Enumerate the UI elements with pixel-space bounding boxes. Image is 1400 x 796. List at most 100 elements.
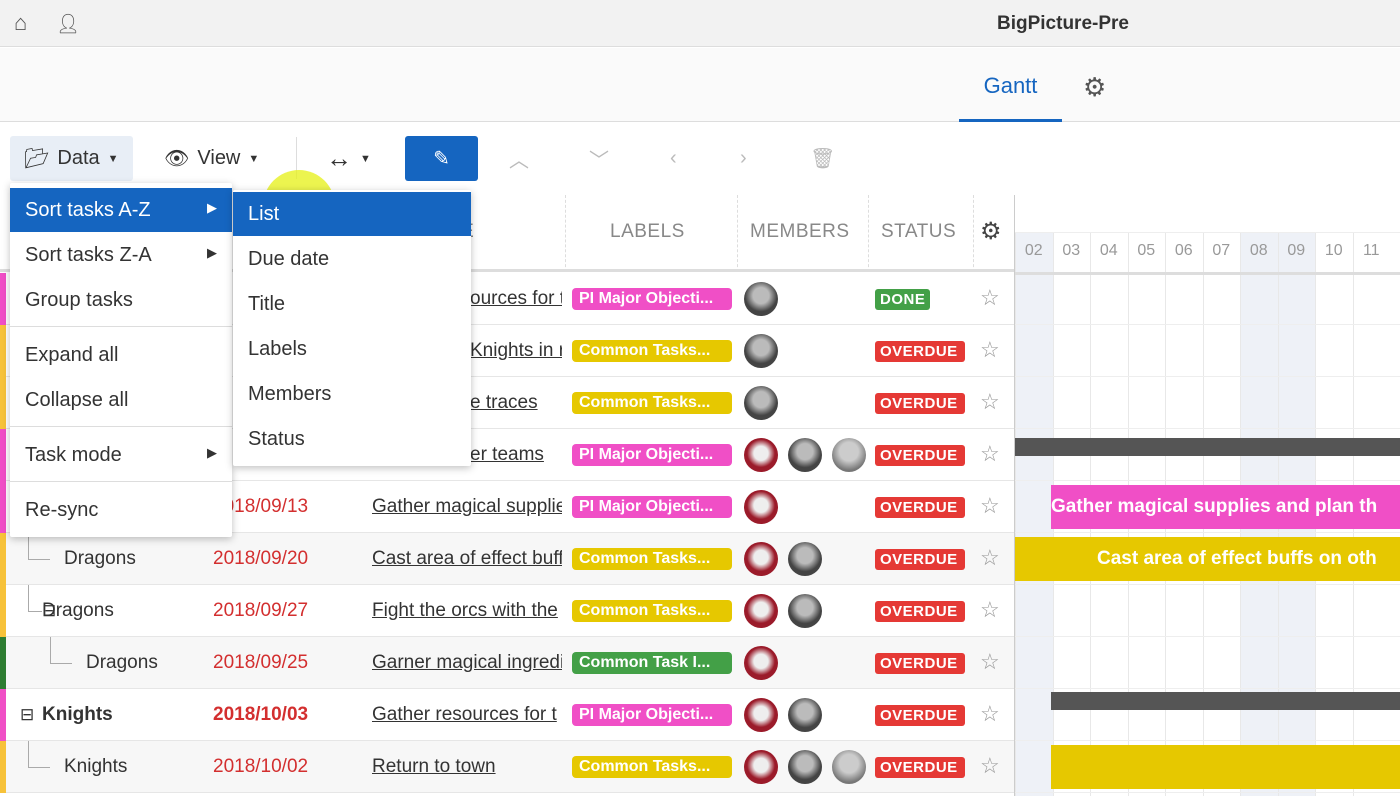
submenu-item-members[interactable]: Members xyxy=(233,372,471,416)
summary-bar[interactable] xyxy=(1015,438,1400,456)
member-avatar[interactable] xyxy=(744,282,778,316)
member-avatar[interactable] xyxy=(788,438,822,472)
member-avatar[interactable] xyxy=(788,594,822,628)
pin-icon[interactable]: ☆ xyxy=(980,545,1000,571)
member-avatar[interactable] xyxy=(744,698,778,732)
menu-item-collapse-all[interactable]: Collapse all xyxy=(10,378,232,422)
pin-icon[interactable]: ☆ xyxy=(980,701,1000,727)
member-avatar[interactable] xyxy=(744,542,778,576)
table-row[interactable]: ⊟ Knights 2018/10/03 Gather resources for t… xyxy=(0,689,1014,741)
color-strip xyxy=(0,585,6,637)
task-title-link[interactable]: Gather resources for t xyxy=(372,704,562,726)
pin-icon[interactable]: ☆ xyxy=(980,389,1000,415)
tab-gantt[interactable]: Gantt xyxy=(959,70,1062,122)
divider xyxy=(1015,532,1400,533)
task-title-link[interactable]: Garner magical ingredients xyxy=(372,652,562,674)
collapse-toggle-icon[interactable]: ⊟ xyxy=(20,705,34,725)
gear-icon[interactable]: ⚙ xyxy=(1083,72,1106,103)
column-settings-gear-icon[interactable]: ⚙ xyxy=(980,217,1002,246)
label-badge: PI Major Objecti... xyxy=(572,288,732,310)
menu-item-label: Sort tasks Z-A xyxy=(25,244,152,266)
submenu-item-title[interactable]: Title xyxy=(233,282,471,326)
delete-button[interactable]: 🗑︎ xyxy=(796,136,849,181)
home-icon[interactable]: ⌂ xyxy=(14,10,27,36)
pin-icon[interactable]: ☆ xyxy=(980,285,1000,311)
member-avatar[interactable] xyxy=(744,594,778,628)
member-avatar[interactable] xyxy=(744,334,778,368)
menu-item-label: Labels xyxy=(248,338,307,360)
fit-button[interactable]: ↔ ▼ xyxy=(312,136,385,181)
member-avatar[interactable] xyxy=(744,438,778,472)
table-row[interactable]: Dragons 2018/09/20 Cast area of effect buf… xyxy=(0,533,1014,585)
day-label: 04 xyxy=(1099,242,1118,259)
member-avatar[interactable] xyxy=(788,750,822,784)
member-avatar[interactable] xyxy=(744,646,778,680)
user-gear-icon[interactable]: 👤︎ xyxy=(56,12,80,36)
task-bar[interactable] xyxy=(1051,745,1400,789)
member-avatar[interactable] xyxy=(832,438,866,472)
summary-bar[interactable] xyxy=(1051,692,1400,710)
color-strip xyxy=(0,689,6,741)
caret-down-icon: ▼ xyxy=(107,152,119,165)
submenu-item-list[interactable]: List xyxy=(233,192,471,236)
chevron-left-icon: ‹ xyxy=(670,147,677,169)
label-badge: Common Tasks... xyxy=(572,600,732,622)
column-members[interactable]: MEMBERS xyxy=(750,221,850,243)
color-strip xyxy=(0,273,6,325)
pin-icon[interactable]: ☆ xyxy=(980,753,1000,779)
submenu-item-labels[interactable]: Labels xyxy=(233,327,471,371)
submenu-item-due-date[interactable]: Due date xyxy=(233,237,471,281)
menu-item-re-sync[interactable]: Re-sync xyxy=(10,488,232,532)
task-title-link[interactable]: Cast area of effect buffs xyxy=(372,548,562,570)
member-avatar[interactable] xyxy=(744,386,778,420)
pin-icon[interactable]: ☆ xyxy=(980,649,1000,675)
menu-item-group-tasks[interactable]: Group tasks xyxy=(10,278,232,322)
move-up-button[interactable]: ︿ xyxy=(495,136,543,181)
member-avatar[interactable] xyxy=(744,490,778,524)
folder-icon: 📂︎ xyxy=(24,148,50,170)
pin-icon[interactable]: ☆ xyxy=(980,337,1000,363)
task-group-name: Dragons xyxy=(64,548,136,569)
move-down-button[interactable]: ﹀ xyxy=(575,136,623,181)
pin-icon[interactable]: ☆ xyxy=(980,493,1000,519)
view-label: View xyxy=(197,147,241,169)
label-badge: PI Major Objecti... xyxy=(572,704,732,726)
task-title-link[interactable]: Return to town xyxy=(372,756,562,778)
task-title-link[interactable]: Fight the orcs with the xyxy=(372,600,562,622)
indent-button[interactable]: › xyxy=(726,136,761,181)
divider xyxy=(565,195,566,272)
member-avatar[interactable] xyxy=(788,698,822,732)
menu-item-sort-tasks-z-a[interactable]: Sort tasks Z-A ▶ xyxy=(10,233,232,277)
table-row[interactable]: Knights 2018/10/02 Return to town Common Ta… xyxy=(0,741,1014,793)
member-avatar[interactable] xyxy=(744,750,778,784)
member-avatar[interactable] xyxy=(788,542,822,576)
data-menu-button[interactable]: 📂︎ Data ▼ xyxy=(10,136,133,181)
table-row[interactable]: ⊟ Dragons 2018/09/27 Fight the orcs with th… xyxy=(0,585,1014,637)
task-title-link[interactable]: Gather magical supplies xyxy=(372,496,562,518)
menu-item-expand-all[interactable]: Expand all xyxy=(10,333,232,377)
gantt-timeline: 02 03 04 05 06 07 08 09 10 11 Gather magical suppl… xyxy=(1014,195,1400,796)
status-badge: OVERDUE xyxy=(875,653,965,674)
column-labels[interactable]: LABELS xyxy=(610,221,685,243)
task-bar[interactable]: Gather magical supplies and plan th xyxy=(1051,485,1400,529)
pin-icon[interactable]: ☆ xyxy=(980,441,1000,467)
label-badge: Common Tasks... xyxy=(572,548,732,570)
pin-icon[interactable]: ☆ xyxy=(980,597,1000,623)
divider xyxy=(1015,428,1400,429)
member-avatar[interactable] xyxy=(832,750,866,784)
task-bar[interactable]: Cast area of effect buffs on oth xyxy=(1015,537,1400,581)
outdent-button[interactable]: ‹ xyxy=(656,136,691,181)
table-row[interactable]: Dragons 2018/09/25 Garner magical ingredie… xyxy=(0,637,1014,689)
view-menu-button[interactable]: 👁︎ View ▼ xyxy=(150,136,273,181)
due-date: 2018/09/27 xyxy=(213,600,309,621)
edit-button[interactable]: ✎ xyxy=(405,136,478,181)
data-label: Data xyxy=(57,147,100,169)
menu-item-label: Title xyxy=(248,293,286,315)
divider xyxy=(1015,740,1400,741)
submenu-item-status[interactable]: Status xyxy=(233,417,471,461)
column-status[interactable]: STATUS xyxy=(881,221,956,243)
menu-item-sort-tasks-a-z[interactable]: Sort tasks A-Z ▶ xyxy=(10,188,232,232)
trash-icon: 🗑︎ xyxy=(810,148,836,170)
menu-item-task-mode[interactable]: Task mode ▶ xyxy=(10,433,232,477)
tree-connector xyxy=(28,585,42,612)
